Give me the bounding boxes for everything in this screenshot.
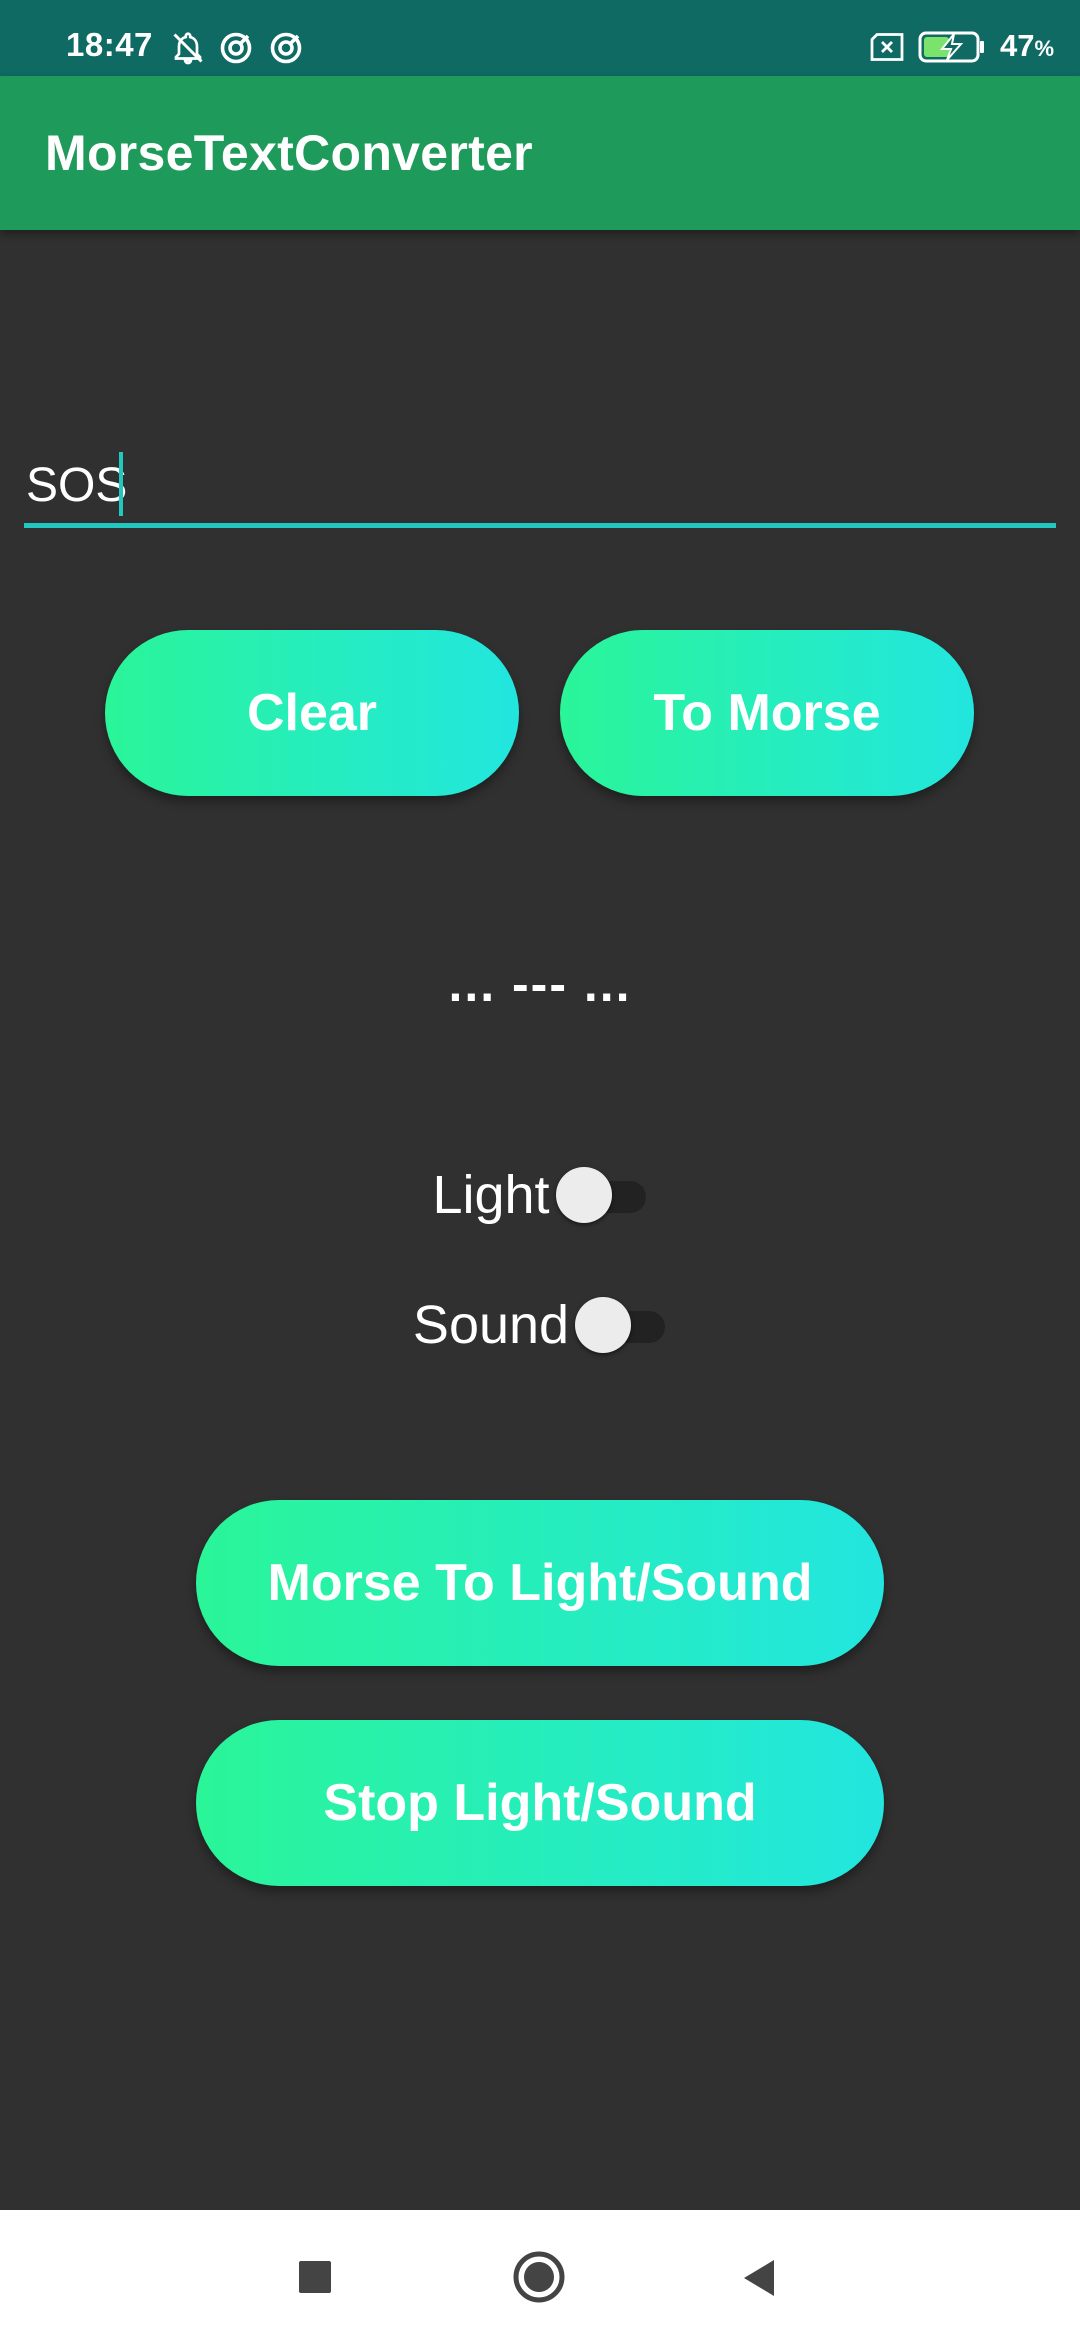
text-input[interactable] — [24, 448, 1056, 528]
sound-switch[interactable] — [575, 1295, 667, 1355]
status-time: 18:47 — [66, 26, 153, 63]
no-sim-icon — [870, 33, 904, 61]
sound-label: Sound — [412, 1295, 570, 1355]
light-switch[interactable] — [555, 1165, 648, 1225]
sound-switch-row: Sound — [0, 1290, 1080, 1360]
light-label: Light — [432, 1165, 550, 1225]
light-switch-row: Light — [0, 1160, 1080, 1230]
morse-to-light-sound-button[interactable]: Morse To Light/Sound — [196, 1500, 884, 1666]
clear-button[interactable]: Clear — [105, 630, 519, 796]
home-icon[interactable] — [512, 2250, 566, 2304]
app-bar: MorseTextConverter — [0, 76, 1080, 230]
sound-switch-thumb — [575, 1297, 632, 1353]
bell-off-icon — [173, 32, 203, 65]
back-icon[interactable] — [740, 2258, 778, 2298]
sync-icon — [220, 32, 252, 64]
app-title: MorseTextConverter — [45, 125, 533, 181]
to-morse-button[interactable]: To Morse — [560, 630, 974, 796]
battery-charging-icon — [918, 31, 984, 63]
light-switch-thumb — [555, 1167, 612, 1223]
screen: 18:47 47% MorseTextConverter SOS Clear T… — [0, 0, 1080, 2340]
text-cursor — [119, 452, 123, 516]
sync-icon — [270, 32, 302, 64]
nav-bar — [0, 2210, 1080, 2340]
recents-icon[interactable] — [298, 2260, 332, 2294]
battery-percent: 47% — [999, 28, 1054, 63]
morse-output: ... --- ... — [448, 956, 632, 1012]
status-bar: 18:47 47% — [0, 0, 1080, 76]
stop-light-sound-button[interactable]: Stop Light/Sound — [196, 1720, 884, 1886]
